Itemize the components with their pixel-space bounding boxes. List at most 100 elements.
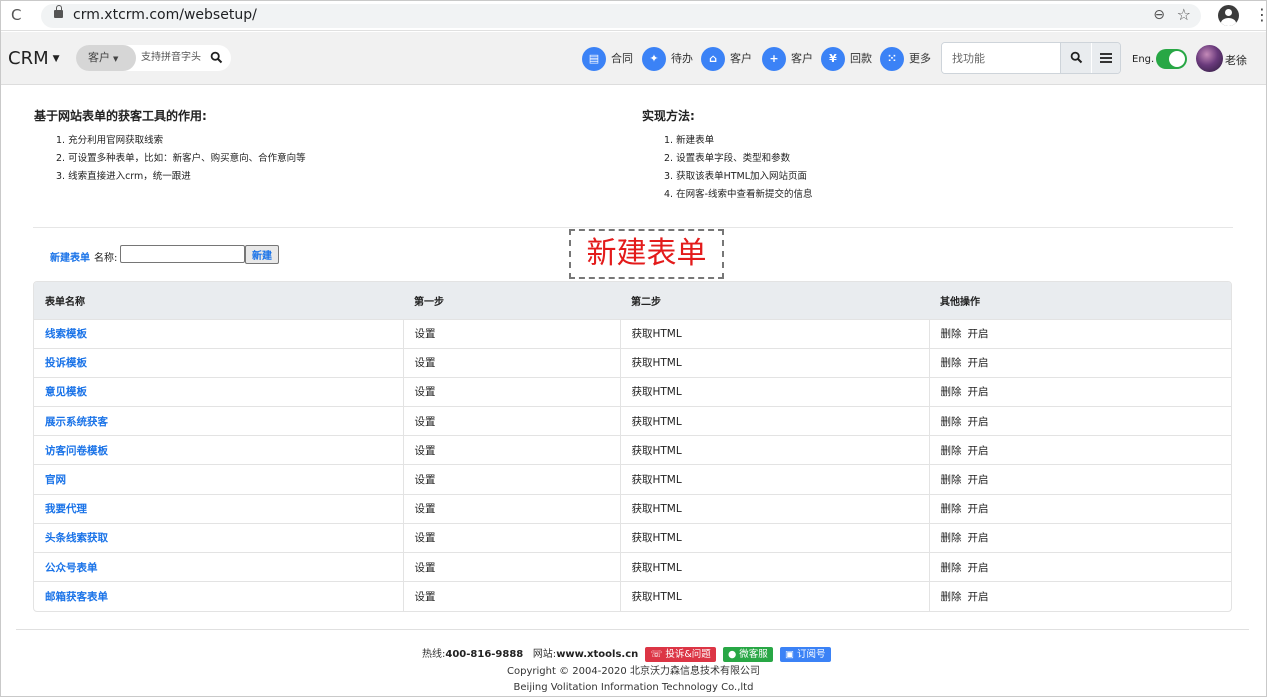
form-name-link[interactable]: 公众号表单 <box>45 562 98 574</box>
menu-button[interactable] <box>1092 43 1120 73</box>
delete-link[interactable]: 删除 <box>941 416 962 428</box>
enable-link[interactable]: 开启 <box>968 532 989 544</box>
delete-link[interactable]: 删除 <box>941 445 962 457</box>
enable-link[interactable]: 开启 <box>968 474 989 486</box>
browser-menu-icon[interactable]: ⋮ <box>1254 5 1266 25</box>
table-header-row: 表单名称 第一步 第二步 其他操作 <box>34 282 1231 319</box>
bookmark-star-icon[interactable]: ☆ <box>1177 5 1191 24</box>
function-search-input[interactable] <box>942 43 1060 73</box>
customer-type-select[interactable]: 客户 ▼ <box>76 45 136 71</box>
enable-link[interactable]: 开启 <box>968 416 989 428</box>
form-name-link[interactable]: 邮箱获客表单 <box>45 591 108 603</box>
create-button[interactable]: 新建 <box>245 245 279 264</box>
function-search-button[interactable] <box>1060 43 1091 73</box>
delete-link[interactable]: 删除 <box>941 357 962 369</box>
more-grid-icon: ⁙ <box>880 47 904 71</box>
setup-link[interactable]: 设置 <box>402 406 620 436</box>
get-html-link[interactable]: 获取HTML <box>619 347 929 378</box>
setup-link[interactable]: 设置 <box>402 581 620 611</box>
delete-link[interactable]: 删除 <box>941 386 962 398</box>
form-name-cell: 访客问卷模板 <box>34 435 403 465</box>
column-header: 第一步 <box>403 282 620 319</box>
enable-link[interactable]: 开启 <box>968 591 989 603</box>
site-link[interactable]: www.xtools.cn <box>556 649 638 660</box>
form-name-link[interactable]: 意见模板 <box>45 386 87 398</box>
setup-link[interactable]: 设置 <box>402 464 620 495</box>
form-name-link[interactable]: 线索模板 <box>45 328 87 340</box>
actions-cell: 删除 开启 <box>928 347 1231 378</box>
get-html-link[interactable]: 获取HTML <box>619 522 929 553</box>
get-html-link[interactable]: 获取HTML <box>619 581 929 611</box>
get-html-link[interactable]: 获取HTML <box>619 493 929 524</box>
method-list: 1. 新建表单 2. 设置表单字段、类型和参数 3. 获取该表单HTML加入网站… <box>642 132 813 204</box>
delete-link[interactable]: 删除 <box>941 474 962 486</box>
form-name-link[interactable]: 头条线索获取 <box>45 532 108 544</box>
form-name-link[interactable]: 官网 <box>45 474 66 486</box>
enable-link[interactable]: 开启 <box>968 357 989 369</box>
subscribe-label: 订阅号 <box>796 649 826 660</box>
zoom-icon[interactable]: ⊖ <box>1153 7 1165 23</box>
function-search <box>941 42 1121 74</box>
setup-link[interactable]: 设置 <box>402 318 620 349</box>
setup-link[interactable]: 设置 <box>402 376 620 407</box>
search-icon[interactable] <box>210 51 223 64</box>
get-html-link[interactable]: 获取HTML <box>619 406 929 436</box>
user-name[interactable]: 老徐 <box>1225 52 1247 68</box>
app-navbar: CRM ▼ 客户 ▼ 支持拼音字头 ▤ 合同 ✦ 待办 ⌂ 客户 + 客户 ¥ … <box>1 32 1266 85</box>
delete-link[interactable]: 删除 <box>941 532 962 544</box>
actions-cell: 删除 开启 <box>928 318 1231 349</box>
avatar[interactable] <box>1196 45 1223 72</box>
enable-link[interactable]: 开启 <box>968 445 989 457</box>
address-bar[interactable]: crm.xtcrm.com/websetup/ ⊖ ☆ <box>41 4 1201 28</box>
yen-icon: ¥ <box>821 47 845 71</box>
form-name-link[interactable]: 我要代理 <box>45 503 87 515</box>
wechat-service-button[interactable]: ● 微客服 <box>722 647 773 662</box>
search-input[interactable]: 支持拼音字头 <box>141 45 201 71</box>
get-html-link[interactable]: 获取HTML <box>619 551 929 582</box>
form-name-link[interactable]: 投诉模板 <box>45 357 87 369</box>
hamburger-icon <box>1100 53 1112 63</box>
intro-method: 实现方法: 1. 新建表单 2. 设置表单字段、类型和参数 3. 获取该表单HT… <box>642 107 813 204</box>
setup-link[interactable]: 设置 <box>402 522 620 553</box>
actions-cell: 删除 开启 <box>928 551 1231 582</box>
enable-link[interactable]: 开启 <box>968 386 989 398</box>
delete-link[interactable]: 删除 <box>941 328 962 340</box>
table-row: 投诉模板 设置 获取HTML 删除 开启 <box>34 347 1231 378</box>
enable-link[interactable]: 开启 <box>968 503 989 515</box>
form-name-link[interactable]: 访客问卷模板 <box>45 445 108 457</box>
form-name-link[interactable]: 展示系统获客 <box>45 416 108 428</box>
profile-icon[interactable] <box>1218 5 1239 26</box>
delete-link[interactable]: 删除 <box>941 562 962 574</box>
form-name-cell: 线索模板 <box>34 318 403 349</box>
actions-cell: 删除 开启 <box>928 464 1231 495</box>
subscribe-button[interactable]: ▣ 订阅号 <box>779 647 831 662</box>
reload-icon[interactable]: C <box>11 6 21 24</box>
app-window: C crm.xtcrm.com/websetup/ ⊖ ☆ ⋮ CRM▼ 客户▼… <box>0 0 1267 697</box>
setup-link[interactable]: 设置 <box>402 551 620 582</box>
form-name-cell: 官网 <box>34 464 403 495</box>
get-html-link[interactable]: 获取HTML <box>619 318 929 349</box>
form-name-cell: 公众号表单 <box>34 551 403 582</box>
enable-link[interactable]: 开启 <box>968 562 989 574</box>
list-item: 3. 获取该表单HTML加入网站页面 <box>664 171 808 182</box>
form-name-input[interactable] <box>120 245 245 263</box>
table-row: 访客问卷模板 设置 获取HTML 删除 开启 <box>34 435 1231 465</box>
delete-link[interactable]: 删除 <box>941 591 962 603</box>
complaint-button[interactable]: ☏ 投诉&问题 <box>645 647 716 662</box>
get-html-link[interactable]: 获取HTML <box>619 435 929 465</box>
setup-link[interactable]: 设置 <box>402 347 620 378</box>
get-html-link[interactable]: 获取HTML <box>619 376 929 407</box>
enable-link[interactable]: 开启 <box>968 328 989 340</box>
get-html-link[interactable]: 获取HTML <box>619 464 929 495</box>
brand-menu[interactable]: CRM ▼ <box>8 48 60 69</box>
column-header: 第二步 <box>620 282 929 319</box>
setup-link[interactable]: 设置 <box>402 493 620 524</box>
caret-down-icon: ▼ <box>113 55 119 63</box>
table-row: 线索模板 设置 获取HTML 删除 开启 <box>34 318 1231 349</box>
setup-link[interactable]: 设置 <box>402 435 620 465</box>
new-form-link[interactable]: 新建表单 <box>50 249 90 264</box>
caret-down-icon: ▼ <box>52 54 60 64</box>
language-toggle[interactable] <box>1156 49 1187 69</box>
delete-link[interactable]: 删除 <box>941 503 962 515</box>
footer-divider <box>16 629 1249 630</box>
